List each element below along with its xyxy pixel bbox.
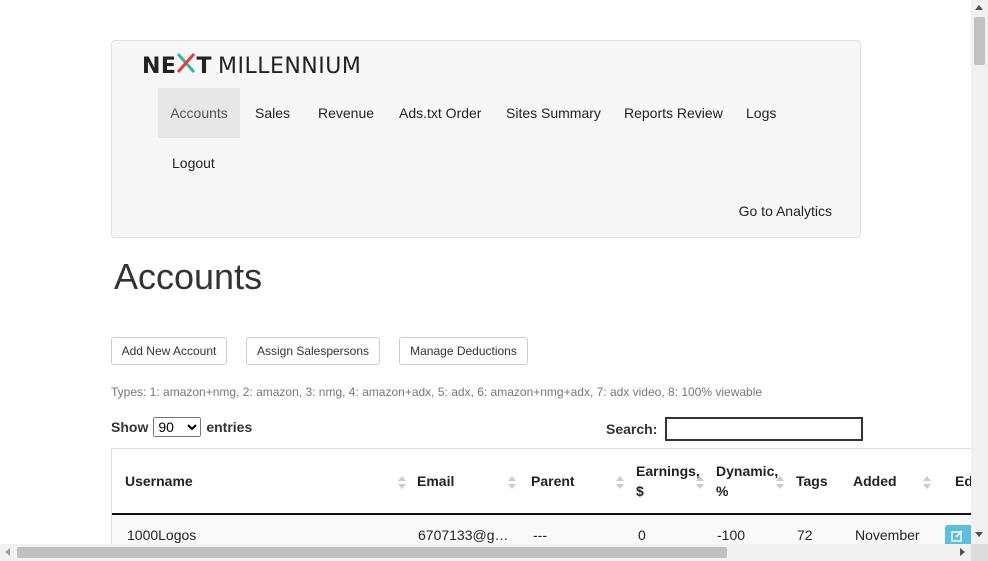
nav-logout[interactable]: Logout xyxy=(158,138,229,188)
go-to-analytics-link[interactable]: Go to Analytics xyxy=(739,203,832,219)
column-label: Tags xyxy=(796,473,828,489)
nav-label: Reports Review xyxy=(624,105,723,121)
logo-text-ne: NE xyxy=(142,53,177,79)
column-header-parent[interactable]: Parent xyxy=(520,449,628,515)
search-label: Search: xyxy=(606,421,658,437)
cell-earnings: 0 xyxy=(638,527,646,543)
brand-logo[interactable]: NE T MILLENNIUM xyxy=(142,52,361,80)
scroll-down-arrow-icon[interactable] xyxy=(975,532,983,537)
types-legend: Types: 1: amazon+nmg, 2: amazon, 3: nmg,… xyxy=(111,385,763,399)
page-length-control: Show 90 entries xyxy=(111,417,252,437)
column-header-edit[interactable]: Ed xyxy=(935,449,972,515)
logo-text-millennium: MILLENNIUM xyxy=(217,53,362,79)
nav-label: Accounts xyxy=(170,105,228,121)
column-header-username[interactable]: Username xyxy=(112,449,410,515)
cell-added: November xyxy=(855,527,920,543)
sort-icon xyxy=(923,476,931,490)
cell-email: 6707133@g… xyxy=(418,527,509,543)
column-label: Parent xyxy=(531,473,575,489)
nav-label: Logs xyxy=(746,105,777,121)
column-label: Ed xyxy=(955,473,972,489)
scrollbar-corner xyxy=(971,544,988,561)
column-label: Username xyxy=(125,473,193,489)
nav-label: Sales xyxy=(255,105,291,121)
sort-icon xyxy=(616,476,624,490)
nav-reports-review[interactable]: Reports Review xyxy=(610,88,737,138)
cell-username: 1000Logos xyxy=(127,527,197,543)
search-input[interactable] xyxy=(665,417,864,441)
edit-button[interactable] xyxy=(945,525,972,545)
vertical-scrollbar[interactable] xyxy=(971,0,988,544)
column-label: Added xyxy=(853,473,897,489)
nav-sites-summary[interactable]: Sites Summary xyxy=(492,88,615,138)
show-label: Show xyxy=(111,419,149,435)
column-label: Dynamic, % xyxy=(716,463,779,499)
logo-x-mark xyxy=(177,53,196,79)
sort-icon xyxy=(508,476,516,490)
assign-salespersons-button[interactable]: Assign Salespersons xyxy=(246,337,380,365)
column-header-email[interactable]: Email xyxy=(409,449,520,515)
accounts-table: Username Email Parent Earnings, $ Dynami… xyxy=(111,448,972,545)
nav-label: Sites Summary xyxy=(506,105,601,121)
nav-label: Revenue xyxy=(318,105,375,121)
scroll-right-arrow-icon[interactable] xyxy=(960,548,965,556)
column-header-added[interactable]: Added xyxy=(845,449,935,515)
column-header-dynamic[interactable]: Dynamic, % xyxy=(708,449,788,515)
search-control: Search: xyxy=(606,417,864,441)
nav-revenue[interactable]: Revenue xyxy=(304,88,388,138)
nav-label: Ads.txt Order xyxy=(399,105,482,121)
entries-label: entries xyxy=(206,419,253,435)
edit-icon xyxy=(951,530,963,542)
column-header-tags[interactable]: Tags xyxy=(788,449,845,515)
sort-icon xyxy=(776,476,784,490)
page-title: Accounts xyxy=(114,256,263,297)
cell-parent: --- xyxy=(533,527,547,543)
horizontal-scrollbar[interactable] xyxy=(0,544,971,561)
nav-accounts[interactable]: Accounts xyxy=(158,88,240,138)
sort-icon xyxy=(696,476,704,490)
cell-tags: 72 xyxy=(797,527,813,543)
scroll-up-arrow-icon[interactable] xyxy=(975,5,983,10)
nav-sales[interactable]: Sales xyxy=(241,88,304,138)
column-label: Earnings, $ xyxy=(636,463,700,499)
entries-select[interactable]: 90 xyxy=(153,417,202,437)
manage-deductions-button[interactable]: Manage Deductions xyxy=(399,337,528,365)
nav-ads-txt-order[interactable]: Ads.txt Order xyxy=(385,88,495,138)
vertical-scroll-thumb[interactable] xyxy=(974,17,985,65)
nav-logs[interactable]: Logs xyxy=(732,88,790,138)
horizontal-scroll-thumb[interactable] xyxy=(17,547,727,558)
column-header-earnings[interactable]: Earnings, $ xyxy=(628,449,708,515)
sort-icon xyxy=(398,476,406,490)
scroll-left-arrow-icon[interactable] xyxy=(5,548,10,556)
column-label: Email xyxy=(417,473,455,489)
cell-dynamic: -100 xyxy=(717,527,746,543)
nav-label: Logout xyxy=(172,155,215,171)
add-new-account-button[interactable]: Add New Account xyxy=(111,337,227,365)
logo-text-t: T xyxy=(196,53,212,79)
top-navbar: NE T MILLENNIUM Accounts Sales Revenue A… xyxy=(111,40,861,238)
